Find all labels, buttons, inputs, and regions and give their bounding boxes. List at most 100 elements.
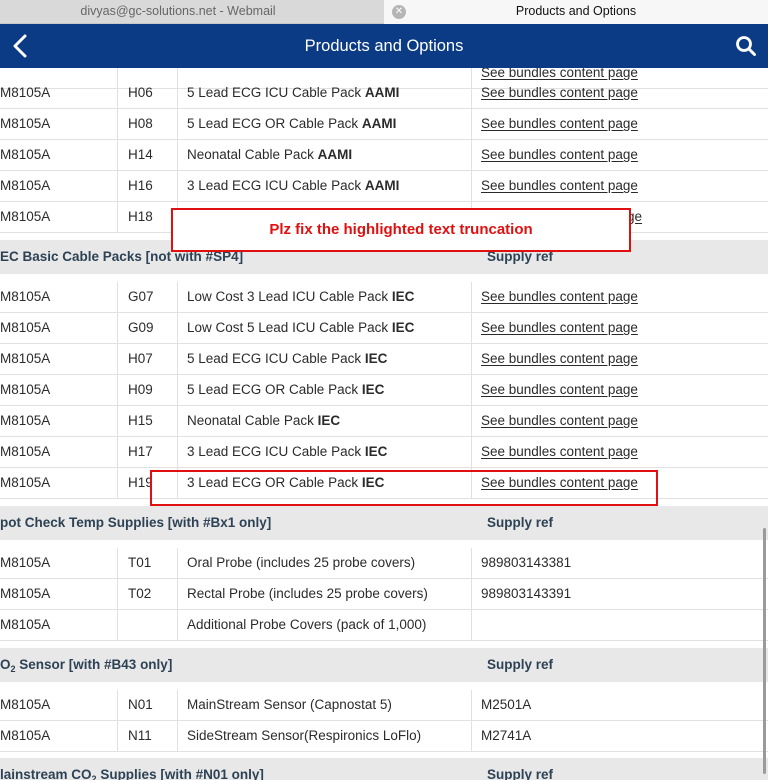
- table-row: M8105A H06 5 Lead ECG ICU Cable Pack AAM…: [0, 78, 768, 109]
- supply-ref-cell: [481, 610, 761, 640]
- model-cell: M8105A: [0, 109, 118, 139]
- supply-ref-header: Supply ref: [487, 767, 554, 780]
- search-button[interactable]: [734, 34, 758, 58]
- supply-ref-cell: 989803143391: [481, 586, 572, 601]
- bundles-link[interactable]: See bundles content page: [481, 85, 638, 100]
- option-code: H16: [128, 178, 153, 193]
- option-code: G07: [128, 289, 154, 304]
- description-cell: SideStream Sensor(Respironics LoFlo): [187, 728, 422, 743]
- option-code: N11: [128, 728, 152, 743]
- model-cell: M8105A: [0, 78, 118, 108]
- bundles-link[interactable]: See bundles content page: [481, 351, 638, 366]
- chevron-left-icon: [13, 34, 27, 58]
- table-row: M8105A G07 Low Cost 3 Lead ICU Cable Pac…: [0, 282, 768, 313]
- section-title: pot Check Temp Supplies [with #Bx1 only]: [0, 515, 272, 530]
- option-code: [128, 610, 178, 640]
- description-cell: 3 Lead ECG ICU Cable Pack AAMI: [187, 178, 400, 193]
- table-row: M8105A H16 3 Lead ECG ICU Cable Pack AAM…: [0, 171, 768, 202]
- model-cell: M8105A: [0, 202, 118, 232]
- section-header-co2-sensor: O2 Sensor [with #B43 only] Supply ref: [0, 648, 768, 682]
- bundles-link[interactable]: See bundles content page: [481, 116, 638, 131]
- bundles-link[interactable]: See bundles content page: [481, 413, 638, 428]
- model-cell: M8105A: [0, 690, 118, 720]
- table-row: M8105A H09 5 Lead ECG OR Cable Pack IEC …: [0, 375, 768, 406]
- description-cell: Neonatal Cable Pack IEC: [187, 413, 341, 428]
- model-cell: M8105A: [0, 468, 118, 498]
- option-code: H07: [128, 351, 153, 366]
- supply-ref-cell: M2501A: [481, 697, 532, 712]
- table-row: M8105A G09 Low Cost 5 Lead ICU Cable Pac…: [0, 313, 768, 344]
- option-code: T02: [128, 586, 152, 601]
- model-cell: M8105A: [0, 437, 118, 467]
- browser-tab-products[interactable]: ✕ Products and Options: [384, 0, 768, 24]
- supply-ref-cell: 989803143381: [481, 555, 572, 570]
- search-icon: [736, 36, 756, 56]
- table-row: M8105A H08 5 Lead ECG OR Cable Pack AAMI…: [0, 109, 768, 140]
- browser-tab-products-label: Products and Options: [515, 4, 637, 18]
- bundles-link[interactable]: See bundles content page: [481, 147, 638, 162]
- model-cell: M8105A: [0, 721, 118, 751]
- model-cell: M8105A: [0, 313, 118, 343]
- bundles-link[interactable]: See bundles content page: [481, 289, 638, 304]
- description-cell: Low Cost 5 Lead ICU Cable Pack IEC: [187, 320, 415, 335]
- browser-tab-webmail[interactable]: divyas@gc-solutions.net - Webmail: [0, 0, 384, 24]
- description-cell: 5 Lead ECG OR Cable Pack AAMI: [187, 116, 397, 131]
- model-cell: M8105A: [0, 375, 118, 405]
- table-row: M8105A H15 Neonatal Cable Pack IEC See b…: [0, 406, 768, 437]
- table-row: M8105A Additional Probe Covers (pack of …: [0, 610, 768, 641]
- description-cell: Additional Probe Covers (pack of 1,000): [187, 617, 427, 632]
- description-cell: 5 Lead ECG ICU Cable Pack AAMI: [187, 85, 400, 100]
- section-header-temp: pot Check Temp Supplies [with #Bx1 only]…: [0, 506, 768, 540]
- bundles-link[interactable]: See bundles content page: [481, 382, 638, 397]
- app-header: Products and Options: [0, 24, 768, 68]
- option-code: H09: [128, 382, 153, 397]
- supply-ref-header: Supply ref: [487, 515, 554, 530]
- description-cell: MainStream Sensor (Capnostat 5): [187, 697, 392, 712]
- option-code: H17: [128, 444, 153, 459]
- table-row: M8105A N11 SideStream Sensor(Respironics…: [0, 721, 768, 752]
- description-cell: Rectal Probe (includes 25 probe covers): [187, 586, 428, 601]
- table-row: M8105A H14 Neonatal Cable Pack AAMI See …: [0, 140, 768, 171]
- scrollbar[interactable]: [763, 528, 766, 774]
- model-cell: M8105A: [0, 282, 118, 312]
- section-title: lainstream CO2 Supplies [with #N01 only]: [0, 767, 264, 780]
- annotation-highlight-box: [150, 470, 658, 506]
- browser-tab-webmail-label: divyas@gc-solutions.net - Webmail: [80, 4, 276, 18]
- description-cell: Oral Probe (includes 25 probe covers): [187, 555, 416, 570]
- description-cell: Neonatal Cable Pack AAMI: [187, 147, 353, 162]
- description-cell: 3 Lead ECG ICU Cable Pack IEC: [187, 444, 388, 459]
- bundles-link[interactable]: See bundles content page: [481, 444, 638, 459]
- table-row: M8105A N01 MainStream Sensor (Capnostat …: [0, 690, 768, 721]
- section-header-co2-supplies: lainstream CO2 Supplies [with #N01 only]…: [0, 758, 768, 780]
- model-cell: M8105A: [0, 579, 118, 609]
- bundles-link[interactable]: See bundles content page: [481, 320, 638, 335]
- supply-ref-cell: M2741A: [481, 728, 532, 743]
- option-code: N01: [128, 697, 153, 712]
- back-button[interactable]: [6, 30, 38, 62]
- supply-ref-header: Supply ref: [487, 657, 554, 672]
- description-cell: 5 Lead ECG ICU Cable Pack IEC: [187, 351, 388, 366]
- bundles-link[interactable]: See bundles content page: [481, 178, 638, 193]
- model-cell: M8105A: [0, 171, 118, 201]
- table-row: M8105A T01 Oral Probe (includes 25 probe…: [0, 548, 768, 579]
- option-code: T01: [128, 555, 152, 570]
- section-title: O2 Sensor [with #B43 only]: [0, 657, 173, 674]
- model-cell: M8105A: [0, 140, 118, 170]
- close-tab-icon[interactable]: ✕: [392, 5, 406, 19]
- table-row: M8105A T02 Rectal Probe (includes 25 pro…: [0, 579, 768, 610]
- model-cell: M8105A: [0, 406, 118, 436]
- description-cell: 5 Lead ECG OR Cable Pack IEC: [187, 382, 385, 397]
- annotation-note: Plz fix the highlighted text truncation: [171, 208, 631, 252]
- table-row: M8105A H17 3 Lead ECG ICU Cable Pack IEC…: [0, 437, 768, 468]
- option-code: H06: [128, 85, 153, 100]
- browser-tab-bar: divyas@gc-solutions.net - Webmail ✕ Prod…: [0, 0, 768, 24]
- model-cell: M8105A: [0, 548, 118, 578]
- option-code: G09: [128, 320, 154, 335]
- page-title: Products and Options: [304, 37, 464, 55]
- option-code: H14: [128, 147, 153, 162]
- model-cell: M8105A: [0, 610, 118, 640]
- description-cell: Low Cost 3 Lead ICU Cable Pack IEC: [187, 289, 415, 304]
- model-cell: M8105A: [0, 344, 118, 374]
- option-code: H15: [128, 413, 153, 428]
- option-code: H08: [128, 116, 153, 131]
